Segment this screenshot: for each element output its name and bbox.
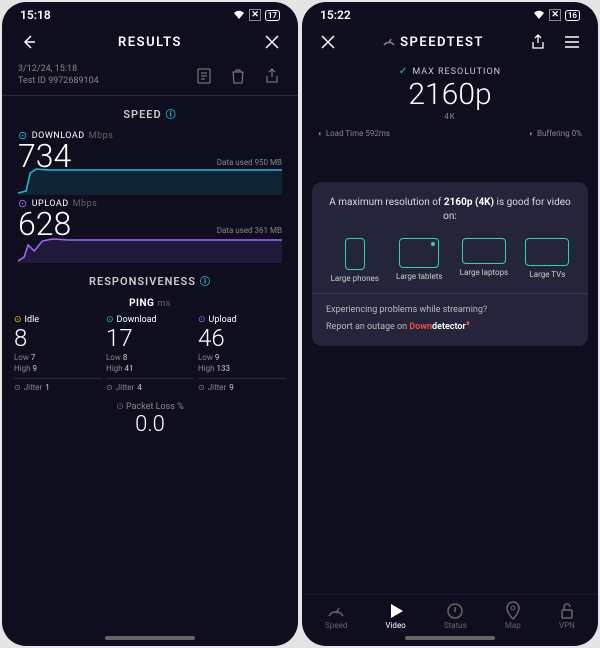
ping-download-col: ⊙Download 17 Low 8 High 41 ⊙Jitter 4	[106, 315, 194, 392]
status-bar: 15:18 ✕ 17	[2, 2, 298, 24]
download-block: ⊙DOWNLOAD Mbps 734 Data used 950 MB	[2, 127, 298, 195]
delete-icon[interactable]	[228, 66, 248, 86]
header: RESULTS	[2, 24, 298, 60]
play-icon	[385, 601, 405, 621]
speedtest-logo-icon	[382, 35, 396, 49]
no-sim-icon: ✕	[249, 9, 261, 21]
device-large-tvs: Large TVs	[525, 238, 569, 283]
page-title: SPEEDTEST	[338, 35, 528, 50]
share-icon[interactable]	[262, 66, 282, 86]
load-time: ◐Load Time 592ms	[318, 129, 390, 138]
results-screen: 15:18 ✕ 17 RESULTS 3/12/24, 15:18 Test I…	[2, 2, 298, 646]
device-row: Large phones Large tablets Large laptops…	[322, 238, 578, 283]
info-icon[interactable]: ⓘ	[200, 277, 211, 288]
status-time: 15:18	[20, 8, 51, 22]
laptop-icon	[462, 238, 506, 264]
device-large-laptops: Large laptops	[460, 238, 509, 283]
home-indicator[interactable]	[105, 636, 195, 640]
spinner-icon: ◐	[529, 129, 534, 138]
bottom-nav: Speed Video Status Map VPN	[302, 594, 598, 632]
battery-indicator: 17	[265, 10, 280, 21]
resolution-card: A maximum resolution of 2160p (4K) is go…	[312, 182, 588, 346]
close-button[interactable]	[262, 32, 282, 52]
info-icon[interactable]: ⓘ	[166, 110, 177, 121]
tv-icon	[525, 238, 569, 266]
checkmark-icon: ✓	[399, 66, 408, 77]
battery-indicator: 16	[565, 10, 580, 21]
spinner-icon: ◐	[318, 129, 323, 138]
upload-block: ⊙UPLOAD Mbps 628 Data used 361 MB	[2, 195, 298, 263]
page-title: RESULTS	[38, 35, 262, 50]
stats-row: ◐Load Time 592ms ◐Buffering 0%	[302, 123, 598, 144]
alert-icon	[444, 601, 467, 621]
nav-status[interactable]: Status	[444, 601, 467, 630]
status-bar: 15:22 ✕ 16	[302, 2, 598, 24]
download-graph	[18, 163, 282, 195]
ping-grid: ⊙Idle 8 Low 7 High 9 ⊙Jitter 1 ⊙Download…	[2, 313, 298, 394]
no-sim-icon: ✕	[549, 9, 561, 21]
gauge-icon	[325, 601, 347, 621]
tablet-icon	[399, 238, 439, 268]
wifi-icon	[233, 10, 245, 20]
device-large-tablets: Large tablets	[396, 238, 442, 283]
status-time: 15:22	[320, 8, 351, 22]
nav-vpn[interactable]: VPN	[559, 601, 575, 630]
nav-map[interactable]: Map	[505, 601, 521, 630]
nav-video[interactable]: Video	[385, 601, 405, 630]
upload-graph	[18, 231, 282, 263]
share-icon[interactable]	[528, 32, 548, 52]
buffering: ◐Buffering 0%	[529, 129, 582, 138]
speed-section-label: SPEEDⓘ	[2, 96, 298, 127]
status-icons: ✕ 16	[533, 9, 580, 21]
video-test-screen: 15:22 ✕ 16 SPEEDTEST ✓MAX	[302, 2, 598, 646]
resolution-display: ✓MAX RESOLUTION 2160p 4K	[302, 60, 598, 123]
test-meta-row: 3/12/24, 15:18 Test ID 9972689104	[2, 60, 298, 96]
notes-icon[interactable]	[194, 66, 214, 86]
menu-icon[interactable]	[562, 32, 582, 52]
report-text: Experiencing problems while streaming? R…	[322, 304, 578, 334]
status-icons: ✕ 17	[233, 9, 280, 21]
wifi-icon	[533, 10, 545, 20]
nav-speed[interactable]: Speed	[325, 601, 347, 630]
home-indicator[interactable]	[405, 636, 495, 640]
close-button[interactable]	[318, 32, 338, 52]
responsiveness-section-label: RESPONSIVENESSⓘ	[2, 263, 298, 294]
ping-idle-col: ⊙Idle 8 Low 7 High 9 ⊙Jitter 1	[14, 315, 102, 392]
test-meta: 3/12/24, 15:18 Test ID 9972689104	[18, 64, 99, 87]
ping-upload-col: ⊙Upload 46 Low 9 High 133 ⊙Jitter 9	[198, 315, 286, 392]
phone-icon	[345, 238, 365, 270]
header: SPEEDTEST	[302, 24, 598, 60]
card-text: A maximum resolution of 2160p (4K) is go…	[322, 196, 578, 224]
lock-icon	[559, 601, 575, 621]
ping-header: PING ms	[2, 294, 298, 313]
device-large-phones: Large phones	[331, 238, 379, 283]
packet-loss: ⊙ Packet Loss % 0.0	[2, 394, 298, 439]
pin-icon	[505, 601, 521, 621]
back-button[interactable]	[18, 32, 38, 52]
